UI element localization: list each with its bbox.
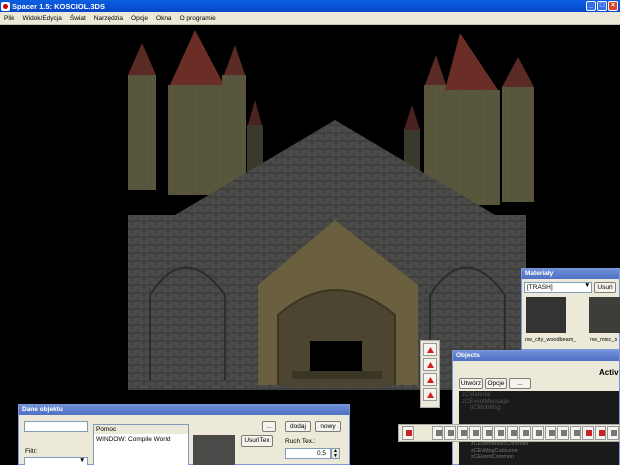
menu-world[interactable]: Świat [66,15,90,22]
list-tool-icon[interactable] [569,426,582,440]
objects-window: Objects Activ Utwórz Opcje ... zCMateria… [452,350,620,465]
pen-tool-icon[interactable] [423,373,437,386]
menu-file[interactable]: Plik [0,15,18,22]
edge-tool-icon[interactable] [456,426,469,440]
texture-label: nw_misc_s [590,337,618,343]
marker-tool-icon[interactable] [423,388,437,401]
help-panel: Pomoc WINDOW: Compile World [93,424,189,465]
snap-tool-icon[interactable] [519,426,531,440]
move-texture-label: Ruch Tex.: [285,438,316,445]
object-data-title: Dane objektu [19,405,349,415]
stepper-icon[interactable]: ▲ ▼ [331,448,340,459]
menu-tools[interactable]: Narzędzia [90,15,127,22]
texture-label: nw_city_woodbeam_ [525,337,577,343]
filter-label: Filtr: [25,448,38,455]
new-button[interactable]: nowy [315,421,341,432]
grid-tool-icon[interactable] [506,426,519,440]
materials-title: Materiały [522,269,619,279]
texture-preview [193,435,235,465]
horizontal-toolbar [398,424,620,442]
object-name-field[interactable] [24,421,88,432]
texture-thumb[interactable] [526,297,566,333]
menu-options[interactable]: Opcje [127,15,152,22]
select-tool-icon[interactable] [431,426,444,440]
objects-tabs: Utwórz Opcje ... [459,378,531,389]
chevron-down-icon[interactable]: ▼ [79,457,85,464]
tab-more[interactable]: ... [509,378,531,389]
materials-filter-select[interactable]: [TRASH] [524,282,592,293]
help-text: WINDOW: Compile World [96,436,171,443]
materials-delete-button[interactable]: Usuń [594,282,616,293]
menu-about[interactable]: O programie [176,15,220,22]
object-data-window: Dane objektu Filtr: ▼ Pomoc WINDOW: Comp… [18,404,350,465]
insert-tool-icon[interactable] [402,426,414,440]
sound-tool-icon[interactable] [557,426,569,440]
light-tool-icon[interactable] [544,426,557,440]
texture-thumb[interactable] [589,297,620,333]
vertical-toolbar [420,340,440,408]
close-button[interactable]: × [608,1,618,11]
help-title: Pomoc [94,425,188,434]
vertex-tool-icon[interactable] [444,426,456,440]
browse-button[interactable]: ... [262,421,276,432]
materials-window: Materiały [TRASH] ▼ Usuń nw_city_woodbea… [521,268,620,350]
pen-tool-icon[interactable] [481,426,494,440]
camera-tool-icon[interactable] [532,426,544,440]
move-tool-icon[interactable] [423,343,437,356]
remove-texture-button[interactable]: UsuńTex [241,435,273,447]
tree-item[interactable]: oCMobMsg [462,405,616,412]
objects-active-label: Activ [599,368,619,377]
app-icon [1,1,10,11]
waypoint-tool-icon[interactable] [582,426,594,440]
menu-windows[interactable]: Okna [152,15,176,22]
zone-tool-icon[interactable] [607,426,619,440]
chevron-down-icon[interactable]: ▼ [584,282,590,289]
title-bar: Spacer 1.5: KOSCIOL.3DS _ □ × [0,0,620,12]
trigger-tool-icon[interactable] [594,426,607,440]
maximize-button[interactable]: □ [597,1,607,11]
tab-create[interactable]: Utwórz [459,378,483,389]
tab-options[interactable]: Opcje [485,378,507,389]
rotate-tool-icon[interactable] [423,358,437,371]
add-button[interactable]: dodaj [285,421,311,432]
face-tool-icon[interactable] [469,426,481,440]
menu-bar: Plik Widok/Edycja Świat Narzędzia Opcje … [0,12,620,25]
objects-tree-lower[interactable]: zCEventMusicControler zCEvMsgCutscene zC… [471,441,529,461]
move-texture-input[interactable]: 0.5 [285,448,331,459]
tree-item[interactable]: zCEventCommon [471,454,529,461]
brush-tool-icon[interactable] [494,426,506,440]
menu-view-edit[interactable]: Widok/Edycja [18,15,65,22]
minimize-button[interactable]: _ [586,1,596,11]
objects-title: Objects [453,351,619,361]
window-title: Spacer 1.5: KOSCIOL.3DS [12,1,105,11]
